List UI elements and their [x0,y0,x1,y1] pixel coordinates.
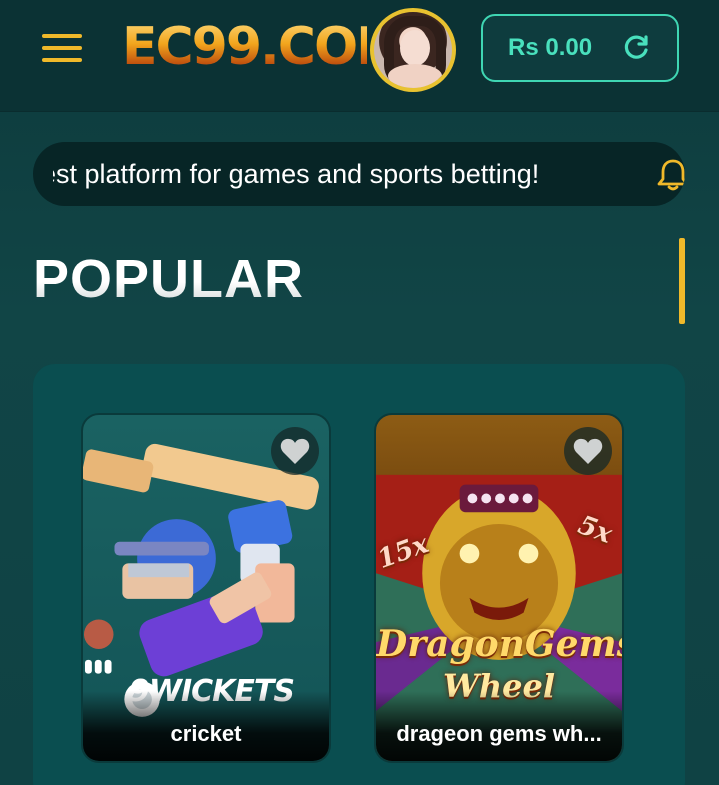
game-title: drageon gems wh... [376,691,622,761]
balance-button[interactable]: Rs 0.00 [481,14,679,82]
section-accent-bar [679,238,685,324]
refresh-icon[interactable] [621,33,651,63]
section-title: POPULAR [33,249,305,309]
game-card-dragon-gems[interactable]: 15x 5x DragonGems Wheel drageon gems wh.… [374,413,624,763]
avatar[interactable] [370,8,456,92]
game-title: cricket [83,691,329,761]
notice-marquee: est platform for games and sports bettin… [33,142,685,206]
balance-amount: Rs 0.00 [508,34,593,61]
game-logo-line1: DragonGems [376,623,624,665]
favorite-heart-icon[interactable] [271,427,319,475]
top-header: EC99.COM Rs 0.00 [0,0,719,112]
bell-icon[interactable] [655,157,685,193]
hamburger-menu-icon[interactable] [40,30,84,66]
favorite-heart-icon[interactable] [564,427,612,475]
notice-text: est platform for games and sports bettin… [53,159,540,189]
site-logo[interactable]: EC99.COM [122,14,408,80]
game-card-cricket[interactable]: 9WICKETS cricket [81,413,331,763]
